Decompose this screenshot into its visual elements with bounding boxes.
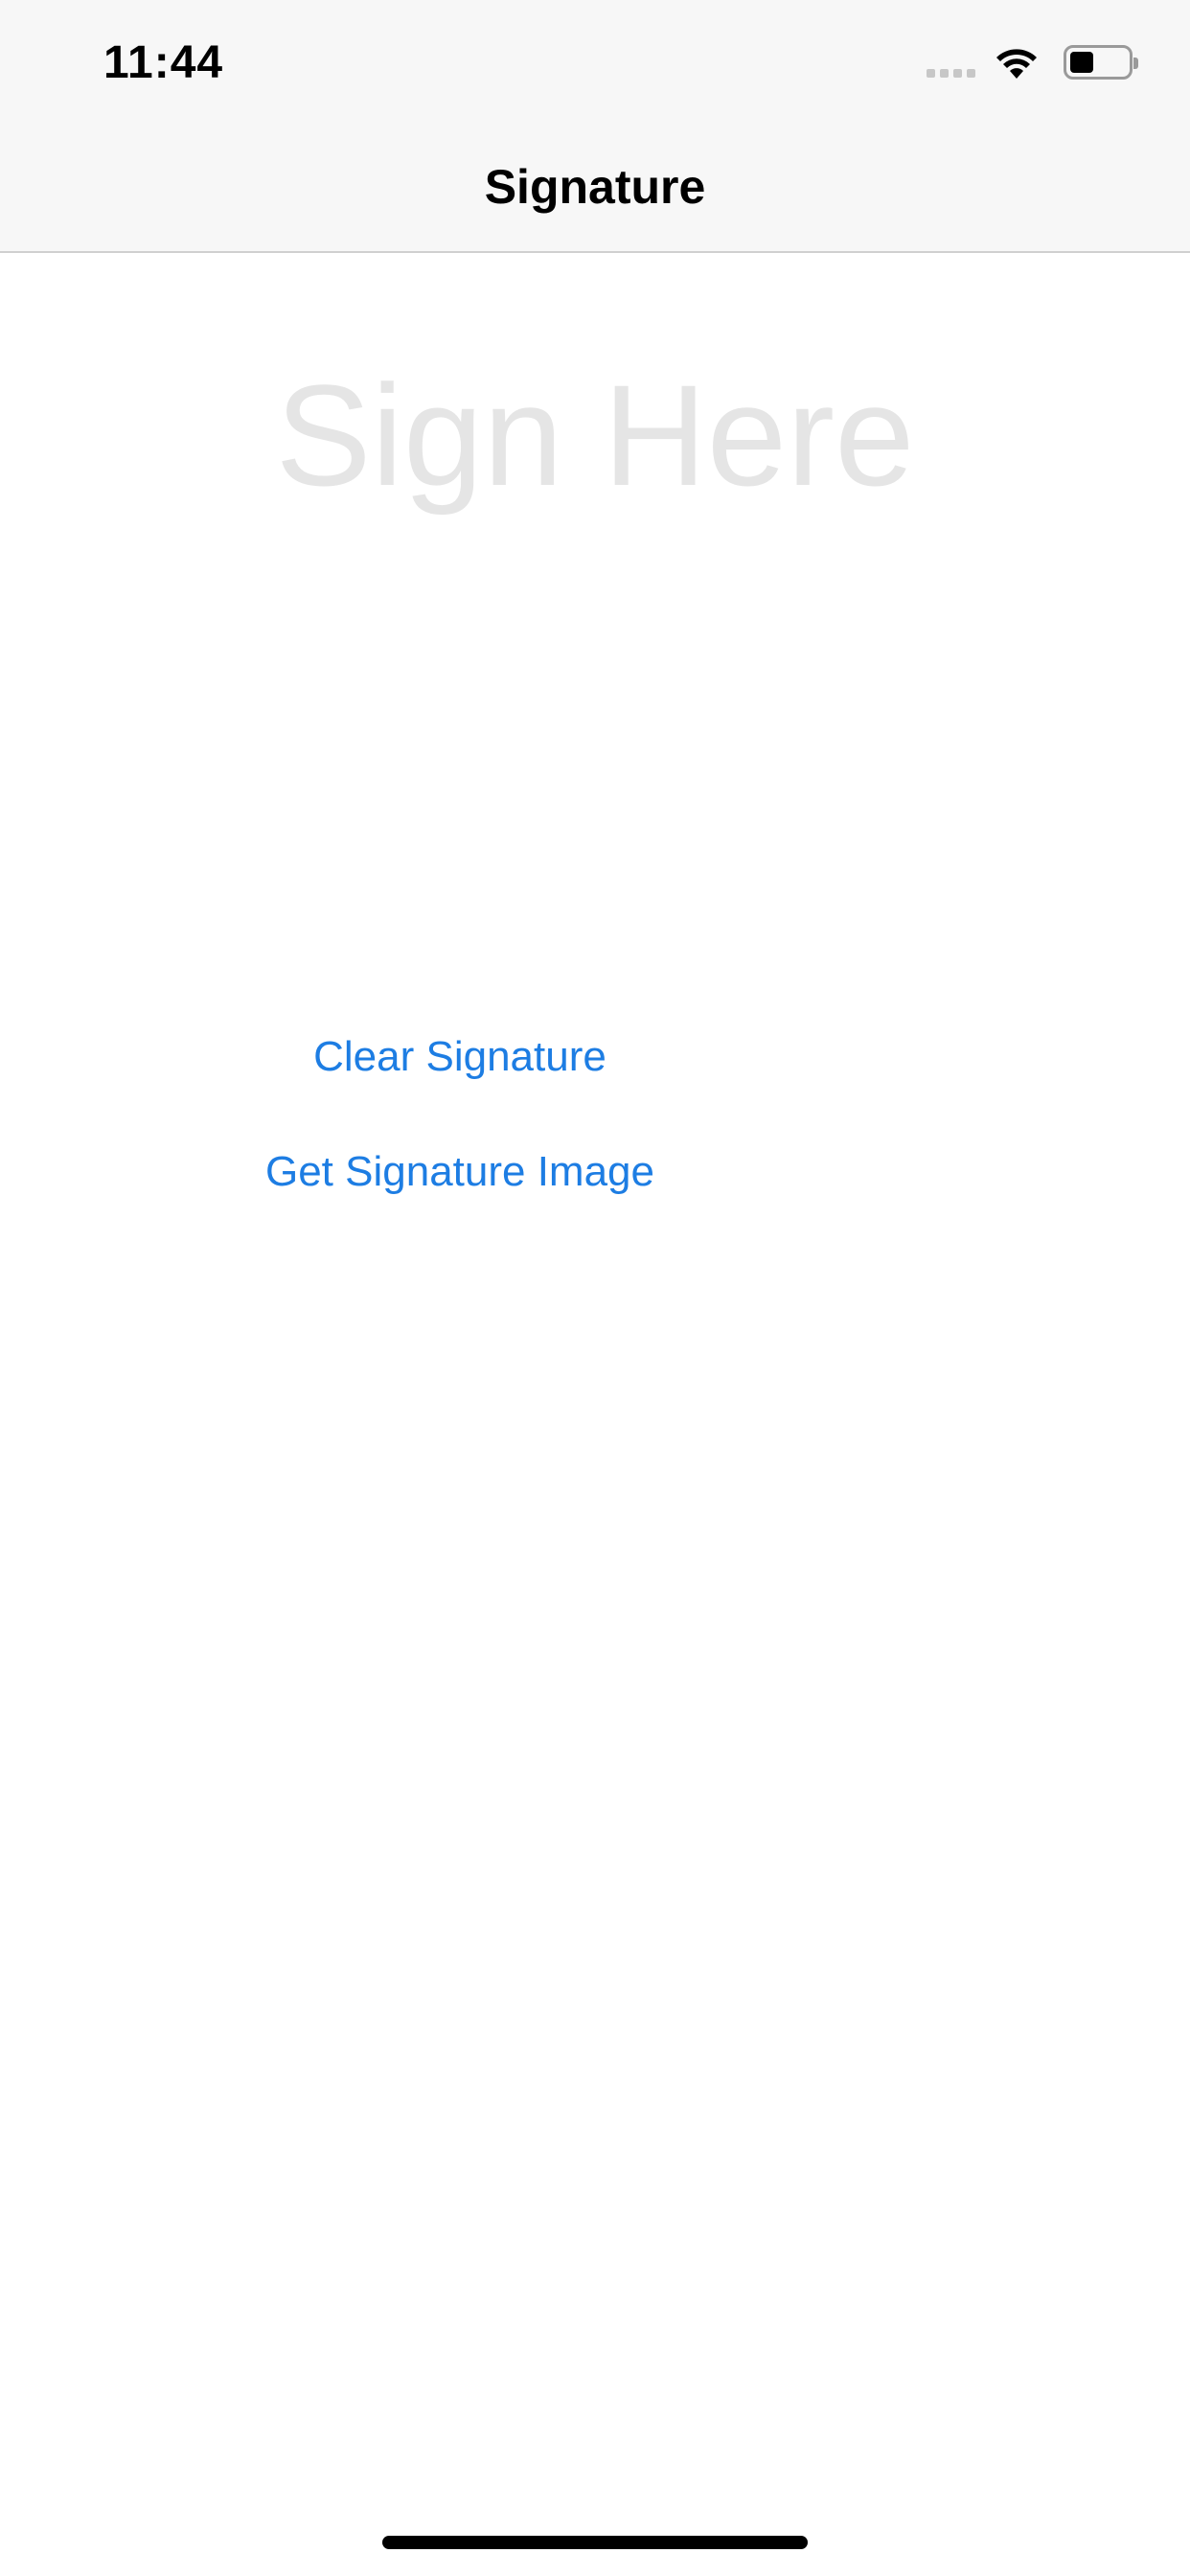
battery-icon	[1064, 45, 1138, 80]
status-icons	[927, 40, 1138, 84]
top-bar: 11:44 Signature	[0, 0, 1190, 253]
clear-signature-button[interactable]: Clear Signature	[172, 1033, 747, 1081]
status-time: 11:44	[103, 37, 224, 88]
nav-title: Signature	[484, 160, 706, 214]
battery-cap	[1133, 58, 1138, 69]
battery-level-fill	[1070, 52, 1093, 73]
home-indicator[interactable]	[382, 2536, 808, 2549]
get-signature-image-button[interactable]: Get Signature Image	[172, 1148, 747, 1196]
cellular-signal-icon	[927, 43, 975, 81]
signature-pad[interactable]: Sign Here	[0, 253, 1190, 981]
sign-here-placeholder: Sign Here	[275, 355, 915, 516]
wifi-icon	[996, 49, 1037, 79]
